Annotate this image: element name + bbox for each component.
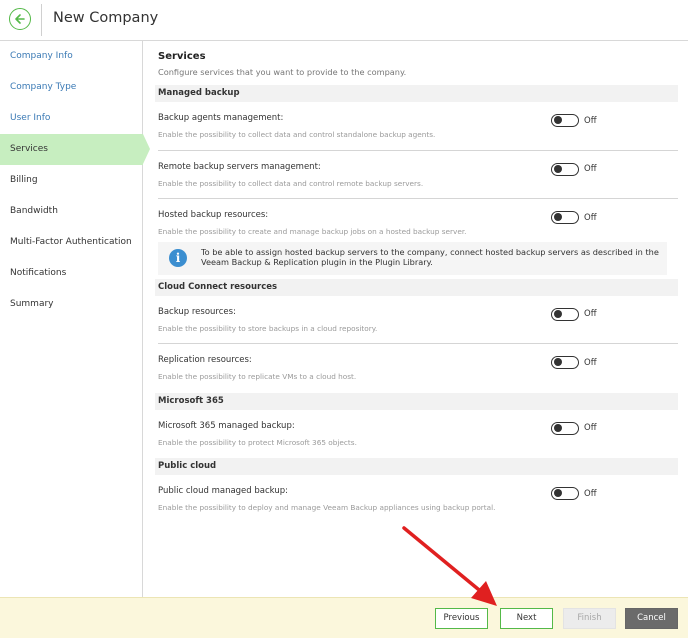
microsoft-365-backup-toggle[interactable]	[551, 421, 579, 435]
back-button[interactable]	[9, 8, 31, 30]
toggle-knob	[553, 489, 562, 498]
header: New Company	[0, 0, 688, 41]
service-description: Enable the possibility to replicate VMs …	[158, 372, 357, 381]
sidebar-item-company-type[interactable]: Company Type	[0, 72, 142, 103]
next-button[interactable]: Next	[500, 608, 553, 629]
sidebar-item-services[interactable]: Services	[0, 134, 150, 165]
service-row: Replication resources: Enable the possib…	[158, 344, 678, 393]
service-description: Enable the possibility to deploy and man…	[158, 503, 496, 512]
service-label: Microsoft 365 managed backup:	[158, 420, 295, 431]
service-row: Hosted backup resources: Enable the poss…	[158, 199, 678, 248]
group-header-cloud-connect: Cloud Connect resources	[155, 278, 678, 296]
sidebar: Company Info Company Type User Info Serv…	[0, 41, 150, 597]
group-header-microsoft-365: Microsoft 365	[155, 392, 678, 410]
toggle-state-label: Off	[584, 488, 597, 499]
main-content: Services Configure services that you wan…	[143, 41, 688, 597]
toggle-state-label: Off	[584, 115, 597, 126]
service-label: Replication resources:	[158, 355, 252, 365]
service-row: Microsoft 365 managed backup: Enable the…	[158, 410, 678, 459]
finish-button: Finish	[563, 608, 616, 629]
sidebar-item-billing: Billing	[10, 175, 38, 185]
toggle-state-label: Off	[584, 164, 597, 174]
header-divider	[41, 4, 42, 36]
toggle-knob	[553, 309, 562, 318]
sidebar-item-mfa: Multi-Factor Authentication	[10, 237, 132, 247]
remote-backup-servers-toggle[interactable]	[551, 162, 579, 176]
sidebar-item-notifications: Notifications	[10, 268, 67, 278]
toggle-state-label: Off	[584, 357, 597, 368]
previous-button[interactable]: Previous	[435, 608, 488, 629]
service-label: Backup agents management:	[158, 113, 284, 123]
backup-resources-toggle[interactable]	[551, 307, 579, 321]
back-arrow-icon	[15, 14, 25, 24]
group-header-managed-backup: Managed backup	[155, 85, 678, 102]
toggle-state-label: Off	[584, 423, 597, 433]
service-description: Enable the possibility to store backups …	[158, 323, 378, 333]
toggle-knob	[553, 213, 562, 222]
cancel-button[interactable]: Cancel	[625, 608, 678, 629]
service-label: Remote backup servers management:	[158, 161, 321, 172]
sidebar-item-bandwidth: Bandwidth	[10, 206, 58, 216]
service-label: Hosted backup resources:	[158, 210, 269, 220]
service-row: Public cloud managed backup: Enable the …	[158, 475, 678, 524]
hosted-backup-resources-toggle[interactable]	[551, 211, 579, 224]
toggle-knob	[553, 358, 562, 367]
service-label: Public cloud managed backup:	[158, 486, 288, 496]
toggle-state-label: Off	[584, 309, 597, 319]
toggle-knob	[553, 423, 562, 432]
section-title: Services	[158, 51, 206, 62]
service-description: Enable the possibility to collect data a…	[158, 130, 436, 139]
info-icon: i	[169, 248, 187, 267]
service-description: Enable the possibility to collect data a…	[158, 178, 424, 188]
footer-bar: Previous Next Finish Cancel	[0, 597, 688, 638]
backup-agents-toggle[interactable]	[551, 114, 579, 127]
toggle-knob	[553, 164, 562, 173]
service-description: Enable the possibility to protect Micros…	[158, 437, 357, 447]
toggle-knob	[553, 116, 562, 125]
toggle-state-label: Off	[584, 212, 597, 223]
service-label: Backup resources:	[158, 306, 236, 317]
sidebar-item-summary: Summary	[10, 299, 54, 309]
service-row: Remote backup servers management: Enable…	[158, 151, 678, 199]
service-row: Backup agents management: Enable the pos…	[158, 102, 678, 151]
public-cloud-backup-toggle[interactable]	[551, 487, 579, 500]
section-subtitle: Configure services that you want to prov…	[158, 67, 407, 77]
service-row: Backup resources: Enable the possibility…	[158, 296, 678, 344]
page-title: New Company	[53, 10, 159, 26]
group-header-public-cloud: Public cloud	[155, 458, 678, 475]
service-description: Enable the possibility to create and man…	[158, 227, 467, 236]
info-box: i To be able to assign hosted backup ser…	[158, 241, 667, 275]
sidebar-item-user-info[interactable]: User Info	[0, 103, 142, 134]
sidebar-item-company-info[interactable]: Company Info	[0, 41, 142, 72]
replication-resources-toggle[interactable]	[551, 356, 579, 369]
info-text: To be able to assign hosted backup serve…	[201, 246, 659, 267]
